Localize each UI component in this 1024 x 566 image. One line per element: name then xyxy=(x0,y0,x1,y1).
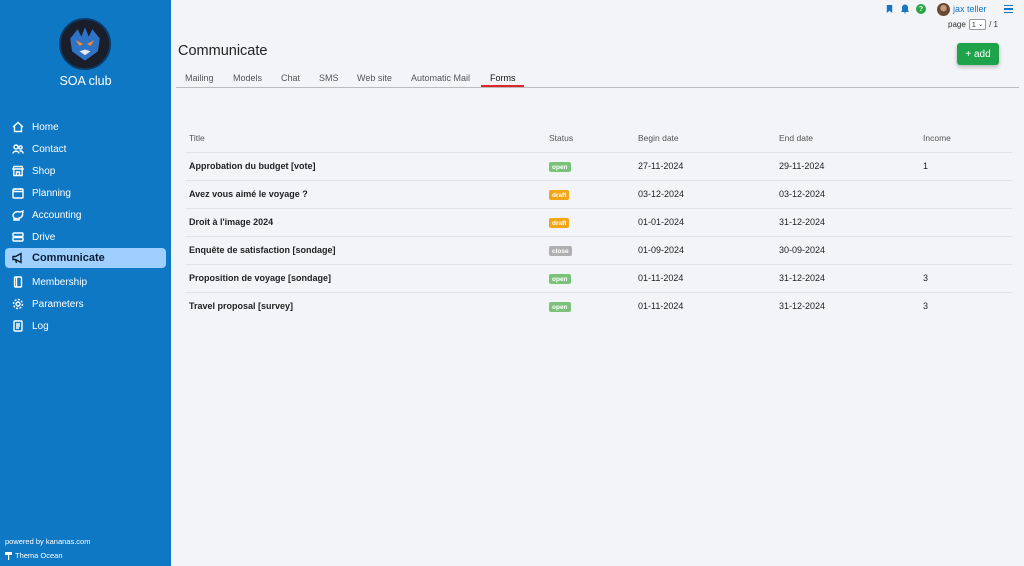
row-end-date: 29-11-2024 xyxy=(779,161,825,171)
sidebar-item-label: Shop xyxy=(32,165,56,177)
sidebar: SOA club Home Contact Shop Planning Acco… xyxy=(0,0,171,566)
row-end-date: 31-12-2024 xyxy=(779,217,826,227)
username-link[interactable]: jax teller xyxy=(953,4,987,14)
row-end-date: 31-12-2024 xyxy=(779,301,826,311)
page-select-value: 1 xyxy=(971,20,976,29)
page-title: Communicate xyxy=(178,43,268,59)
tab-bar: Mailing Models Chat SMS Web site Automat… xyxy=(176,70,1019,88)
megaphone-icon xyxy=(11,252,24,265)
column-income[interactable]: Income xyxy=(923,133,951,143)
calendar-icon xyxy=(11,187,24,200)
row-title[interactable]: Approbation du budget [vote] xyxy=(189,161,315,171)
sidebar-item-label: Planning xyxy=(32,187,71,199)
chevron-down-icon: ⌄ xyxy=(978,22,984,28)
log-icon xyxy=(11,320,24,333)
sidebar-item-accounting[interactable]: Accounting xyxy=(5,204,166,226)
row-begin-date: 01-11-2024 xyxy=(638,301,684,311)
row-title[interactable]: Proposition de voyage [sondage] xyxy=(189,273,331,283)
membership-icon xyxy=(11,276,24,289)
column-title[interactable]: Title xyxy=(189,133,205,143)
page-total: / 1 xyxy=(989,20,998,29)
page-select[interactable]: 1 ⌄ xyxy=(968,19,987,30)
tab-sms[interactable]: SMS xyxy=(319,73,339,88)
row-title[interactable]: Travel proposal [survey] xyxy=(189,301,293,311)
status-badge: open xyxy=(549,162,571,172)
tab-chat[interactable]: Chat xyxy=(281,73,300,88)
bell-icon[interactable] xyxy=(900,4,910,14)
status-badge: open xyxy=(549,302,571,312)
paint-roller-icon xyxy=(5,551,12,560)
sidebar-item-membership[interactable]: Membership xyxy=(5,271,166,293)
avatar[interactable] xyxy=(937,3,950,16)
bookmark-icon[interactable] xyxy=(884,4,894,14)
sidebar-item-label: Contact xyxy=(32,143,67,155)
row-title[interactable]: Enquête de satisfaction [sondage] xyxy=(189,245,336,255)
sidebar-item-parameters[interactable]: Parameters xyxy=(5,293,166,315)
row-end-date: 31-12-2024 xyxy=(779,273,826,283)
home-icon xyxy=(11,121,24,134)
sidebar-item-label: Home xyxy=(32,121,59,133)
sidebar-item-communicate[interactable]: Communicate xyxy=(5,248,166,268)
help-icon[interactable]: ? xyxy=(916,4,926,14)
sidebar-item-label: Membership xyxy=(32,276,88,288)
theme-label: Thema Ocean xyxy=(15,551,63,560)
gear-icon xyxy=(11,298,24,311)
menu-icon[interactable] xyxy=(1004,5,1013,13)
sidebar-item-label: Log xyxy=(32,320,49,332)
tab-mailing[interactable]: Mailing xyxy=(185,73,214,88)
row-income: 3 xyxy=(923,273,929,283)
row-divider xyxy=(185,152,1012,153)
drive-icon xyxy=(11,231,24,244)
row-divider xyxy=(185,236,1012,237)
theme-selector[interactable]: Thema Ocean xyxy=(5,551,63,560)
sidebar-item-shop[interactable]: Shop xyxy=(5,160,166,182)
club-name: SOA club xyxy=(59,74,112,88)
row-begin-date: 01-09-2024 xyxy=(638,245,685,255)
row-end-date: 30-09-2024 xyxy=(779,245,826,255)
status-badge: open xyxy=(549,274,571,284)
row-divider xyxy=(185,264,1012,265)
row-begin-date: 01-11-2024 xyxy=(638,273,684,283)
tab-automatic-mail[interactable]: Automatic Mail xyxy=(411,73,470,88)
row-divider xyxy=(185,292,1012,293)
sidebar-item-drive[interactable]: Drive xyxy=(5,226,166,248)
status-badge: draft xyxy=(549,218,570,228)
active-tab-indicator xyxy=(481,85,524,87)
shop-icon xyxy=(11,165,24,178)
column-status[interactable]: Status xyxy=(549,133,573,143)
row-begin-date: 03-12-2024 xyxy=(638,189,685,199)
status-badge: draft xyxy=(549,190,570,200)
status-badge: close xyxy=(549,246,572,256)
row-title[interactable]: Avez vous aimé le voyage ? xyxy=(189,189,308,199)
page-label: page xyxy=(948,20,966,29)
sidebar-item-label: Drive xyxy=(32,231,56,243)
row-title[interactable]: Droit à l'image 2024 xyxy=(189,217,273,227)
sidebar-item-home[interactable]: Home xyxy=(5,116,166,138)
row-begin-date: 01-01-2024 xyxy=(638,217,685,227)
sidebar-item-contact[interactable]: Contact xyxy=(5,138,166,160)
sidebar-item-label: Parameters xyxy=(32,298,84,310)
add-button[interactable]: + add xyxy=(957,43,999,65)
tab-website[interactable]: Web site xyxy=(357,73,392,88)
sidebar-item-label: Communicate xyxy=(32,252,105,264)
row-end-date: 03-12-2024 xyxy=(779,189,826,199)
sidebar-nav: Home Contact Shop Planning Accounting Dr… xyxy=(5,116,166,337)
column-end-date[interactable]: End date xyxy=(779,133,813,143)
powered-by[interactable]: powered by kananas.com xyxy=(5,537,90,546)
pager: page 1 ⌄ / 1 xyxy=(948,19,998,30)
sidebar-item-label: Accounting xyxy=(32,209,82,221)
row-income: 3 xyxy=(923,301,929,311)
accounting-icon xyxy=(11,209,24,222)
column-begin-date[interactable]: Begin date xyxy=(638,133,679,143)
tab-models[interactable]: Models xyxy=(233,73,262,88)
contact-icon xyxy=(11,143,24,156)
row-divider xyxy=(185,180,1012,181)
row-divider xyxy=(185,208,1012,209)
sidebar-item-log[interactable]: Log xyxy=(5,315,166,337)
top-icons: ? xyxy=(884,4,926,14)
sidebar-item-planning[interactable]: Planning xyxy=(5,182,166,204)
row-income: 1 xyxy=(923,161,929,171)
club-logo[interactable] xyxy=(59,18,111,70)
row-begin-date: 27-11-2024 xyxy=(638,161,684,171)
